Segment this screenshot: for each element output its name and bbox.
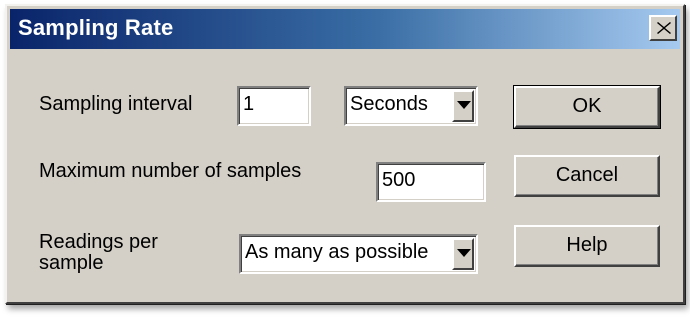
close-icon — [657, 22, 671, 34]
help-button[interactable]: Help — [514, 225, 660, 267]
cancel-button[interactable]: Cancel — [514, 155, 660, 197]
title-bar[interactable]: Sampling Rate — [10, 9, 680, 49]
sampling-interval-input[interactable]: 1 — [237, 86, 311, 126]
readings-dropdown-button[interactable] — [452, 238, 474, 270]
readings-per-sample-select[interactable]: As many as possible — [239, 234, 478, 274]
ok-button[interactable]: OK — [513, 85, 661, 129]
sampling-rate-dialog: Sampling Rate Sampling interval 1 Second… — [5, 4, 685, 304]
chevron-down-icon — [457, 101, 471, 109]
sampling-interval-unit-select[interactable]: Seconds — [344, 86, 478, 126]
chevron-down-icon — [457, 249, 471, 257]
max-samples-label: Maximum number of samples — [39, 160, 302, 182]
max-samples-input[interactable]: 500 — [376, 162, 486, 202]
close-button[interactable] — [649, 15, 677, 41]
sampling-interval-unit-value: Seconds — [350, 93, 428, 115]
unit-dropdown-button[interactable] — [452, 90, 474, 122]
sampling-interval-label: Sampling interval — [39, 93, 193, 115]
dialog-title: Sampling Rate — [18, 15, 174, 40]
readings-per-sample-value: As many as possible — [245, 241, 429, 263]
readings-label-line2: sample — [39, 252, 104, 274]
